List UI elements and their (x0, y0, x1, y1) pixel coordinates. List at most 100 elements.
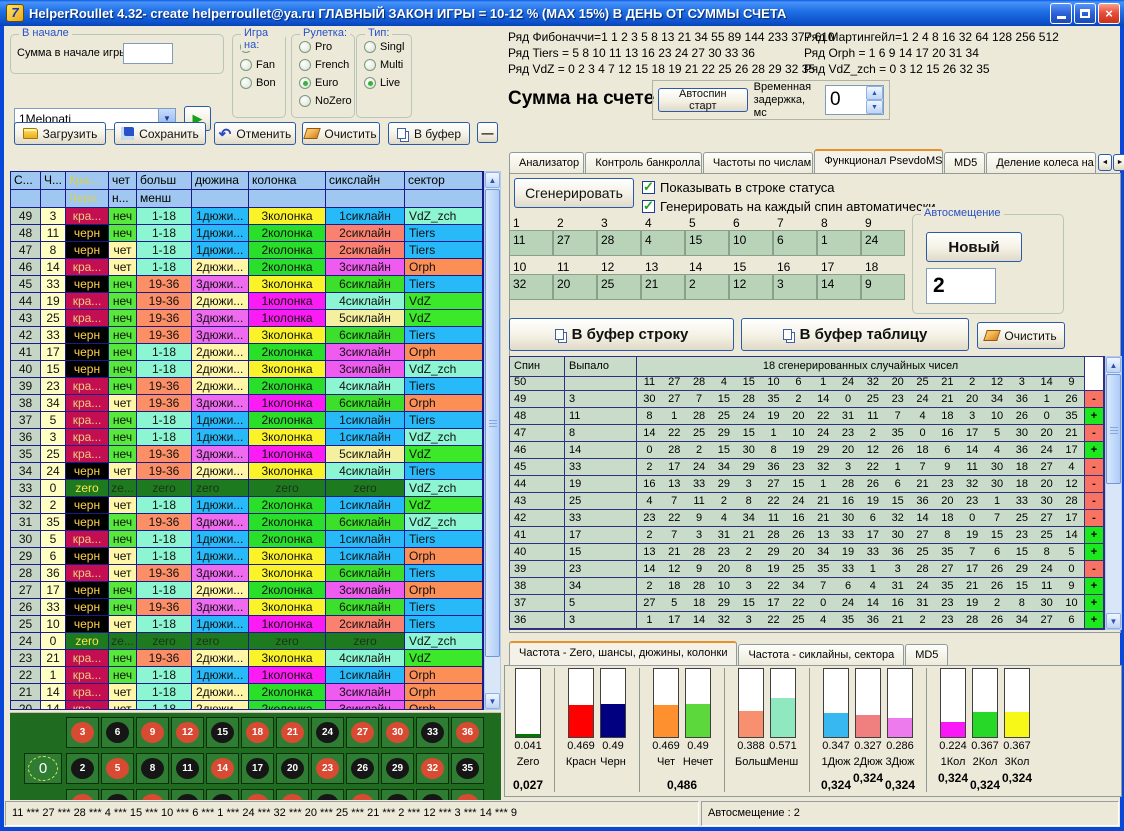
generated-number: 30 (985, 459, 1010, 475)
radio-option-fan[interactable]: Fan (240, 59, 285, 71)
generated-numbers-cell: 161333293271512826621233230182012 (637, 476, 1085, 493)
board-cell-9[interactable]: 9 (136, 717, 169, 748)
start-sum-input[interactable] (123, 43, 173, 64)
board-cell-35[interactable]: 35 (451, 753, 484, 784)
generated-table-scrollbar[interactable]: ▲ ▼ (1105, 356, 1122, 630)
board-cell-20[interactable]: 20 (276, 753, 309, 784)
gen-index-label: 3 (601, 216, 645, 230)
radio-option-multi[interactable]: Multi (364, 59, 411, 71)
scroll-down-icon[interactable]: ▼ (1106, 613, 1121, 629)
spin-cell: 43 (510, 493, 565, 510)
board-cell-21[interactable]: 21 (276, 717, 309, 748)
zero-cell[interactable]: 0 (24, 753, 62, 784)
offset-input[interactable] (926, 268, 996, 304)
board-cell-3[interactable]: 3 (66, 717, 99, 748)
freq-tab-Частота - Zero, шансы, дюжины, колонки[interactable]: Частота - Zero, шансы, дюжины, колонки (509, 641, 737, 666)
board-number: 18 (246, 722, 269, 743)
generate-button[interactable]: Сгенерировать (514, 178, 634, 208)
statusline-checkbox[interactable]: Показывать в строке статуса (642, 180, 835, 195)
board-cell-33[interactable]: 33 (416, 717, 449, 748)
board-cell-36[interactable]: 36 (451, 717, 484, 748)
table-cell: 31 (11, 514, 41, 531)
bar-labels-row: ЧетНечет (650, 756, 714, 770)
minimize-button[interactable] (1050, 3, 1072, 24)
table-cell: 2колонка (249, 378, 326, 395)
gen-number-cell: 6 (773, 230, 817, 256)
freq-tab-Частота - сиклайны, сектора[interactable]: Частота - сиклайны, сектора (738, 644, 904, 666)
tab-Частоты по числам[interactable]: Частоты по числам (703, 152, 814, 174)
table-cell: 1 (41, 667, 66, 684)
board-cell-32[interactable]: 32 (416, 753, 449, 784)
generated-number: 4 (711, 510, 736, 526)
maximize-button[interactable] (1074, 3, 1096, 24)
toolbar-undo-button[interactable]: Отменить (214, 122, 296, 145)
freq-tab-MD5[interactable]: MD5 (905, 644, 948, 666)
board-cell-30[interactable]: 30 (381, 717, 414, 748)
board-cell-11[interactable]: 11 (171, 753, 204, 784)
generated-number: 19 (960, 527, 985, 543)
radio-option-euro[interactable]: Euro (299, 77, 354, 89)
board-cell-26[interactable]: 26 (346, 753, 379, 784)
scrollbar-thumb[interactable] (1106, 374, 1121, 484)
scroll-up-icon[interactable]: ▲ (485, 172, 500, 188)
spins-table-scrollbar[interactable]: ▲ ▼ (484, 171, 501, 710)
board-cell-23[interactable]: 23 (311, 753, 344, 784)
toolbar-save-button[interactable]: Сохранить (114, 122, 206, 145)
toolbar-clean-button[interactable]: Очистить (302, 122, 380, 145)
copy-table-button[interactable]: В буфер таблицу (741, 318, 969, 351)
toolbar-open-folder-button[interactable]: Загрузить (14, 122, 106, 145)
board-cell-29[interactable]: 29 (381, 753, 414, 784)
board-cell-27[interactable]: 27 (346, 717, 379, 748)
spinner-up-icon[interactable]: ▲ (866, 86, 883, 100)
delay-spinner[interactable]: 0 ▲ ▼ (825, 85, 884, 115)
column-header: С... (11, 172, 41, 190)
board-cell-14[interactable]: 14 (206, 753, 239, 784)
tab-Контроль банкролла[interactable]: Контроль банкролла (585, 152, 701, 174)
tab-MD5[interactable]: MD5 (944, 152, 985, 174)
tab-Деление колеса на[interactable]: Деление колеса на (986, 152, 1096, 174)
result-number-cell: 17 (565, 527, 637, 544)
autospin-start-button[interactable]: Автоспин старт (658, 88, 748, 112)
copy-row-button[interactable]: В буфер строку (509, 318, 734, 351)
board-cell-24[interactable]: 24 (311, 717, 344, 748)
scroll-up-icon[interactable]: ▲ (1106, 357, 1121, 373)
generated-table: СпинВыпало18 сгенерированных случайных ч… (509, 356, 1105, 630)
board-number: 3 (71, 722, 94, 743)
radio-option-singl[interactable]: Singl (364, 41, 411, 53)
board-cell-8[interactable]: 8 (136, 753, 169, 784)
tab-Анализатор[interactable]: Анализатор (509, 152, 584, 174)
radio-option-french[interactable]: French (299, 59, 354, 71)
table-cell: 2колонка (249, 259, 326, 276)
table-cell: 1сиклайн (326, 667, 405, 684)
scroll-down-icon[interactable]: ▼ (485, 693, 500, 709)
radio-option-bon[interactable]: Bon (240, 77, 285, 89)
spinner-down-icon[interactable]: ▼ (866, 100, 883, 114)
board-cell-12[interactable]: 12 (171, 717, 204, 748)
new-offset-button[interactable]: Новый (926, 232, 1022, 262)
toolbar-button-label: В буфер (414, 127, 461, 141)
collapse-button[interactable]: — (477, 122, 498, 143)
table-cell: 19-36 (137, 599, 192, 616)
spin-cell: 37 (510, 595, 565, 612)
clear-generator-button[interactable]: Очистить (977, 322, 1065, 349)
radio-option-nozero[interactable]: NoZero (299, 95, 354, 107)
scrollbar-thumb[interactable] (485, 189, 500, 657)
toolbar-copy-button[interactable]: В буфер (388, 122, 470, 145)
radio-option-live[interactable]: Live (364, 77, 411, 89)
tab-scroll-right-icon[interactable]: ► (1113, 154, 1124, 171)
autogenerate-checkbox[interactable]: Генерировать на каждый спин автоматическ… (642, 199, 936, 214)
close-button[interactable]: × (1098, 3, 1120, 24)
tab-scroll-left-icon[interactable]: ◄ (1098, 154, 1112, 171)
board-cell-5[interactable]: 5 (101, 753, 134, 784)
board-cell-18[interactable]: 18 (241, 717, 274, 748)
table-cell: чет (109, 395, 137, 412)
board-cell-2[interactable]: 2 (66, 753, 99, 784)
table-cell: 21 (41, 650, 66, 667)
start-groupbox: В начале Сумма в начале игры (10, 34, 224, 74)
radio-option-pro[interactable]: Pro (299, 41, 354, 53)
tab-Функционал PsevdoMS[interactable]: Функционал PsevdoMS (814, 149, 943, 174)
board-cell-6[interactable]: 6 (101, 717, 134, 748)
table-row: 363кра...неч1-181дюжи...3колонка1сиклайн… (11, 429, 483, 446)
board-cell-17[interactable]: 17 (241, 753, 274, 784)
board-cell-15[interactable]: 15 (206, 717, 239, 748)
